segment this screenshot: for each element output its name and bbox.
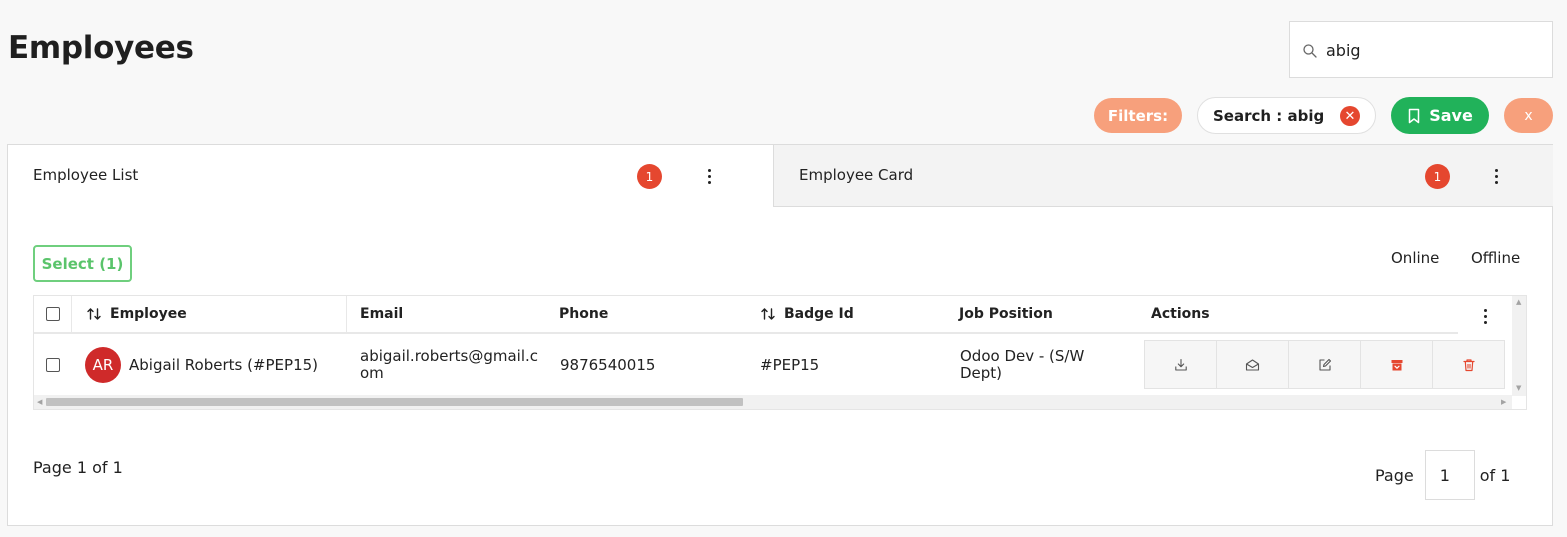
sort-icon[interactable] [86, 306, 102, 322]
edit-icon [1318, 358, 1331, 371]
scroll-right-arrow[interactable]: ▶ [1501, 398, 1506, 406]
column-label: Badge Id [784, 306, 854, 322]
edit-button[interactable] [1288, 340, 1361, 389]
avatar: AR [85, 346, 121, 383]
search-input[interactable] [1326, 36, 1536, 64]
page-label: Page [1375, 465, 1414, 485]
online-filter[interactable]: Online [1391, 249, 1439, 267]
save-label: Save [1429, 106, 1473, 125]
send-mail-button[interactable] [1216, 340, 1289, 389]
archive-button[interactable] [1360, 340, 1433, 389]
tab-label: Employee Card [799, 166, 914, 184]
active-filter-label: Search : abig [1213, 106, 1325, 125]
employee-email: abigail.roberts@gmail.com [360, 346, 539, 382]
kebab-menu-icon[interactable] [703, 165, 715, 187]
delete-icon [1462, 358, 1475, 371]
job-position-cell: Odoo Dev - (S/W Dept) [960, 334, 1130, 395]
column-header-job-position: Job Position [959, 296, 1053, 332]
tab-employee-list[interactable]: Employee List 1 [8, 145, 773, 207]
column-header-phone: Phone [559, 296, 608, 332]
delete-button[interactable] [1432, 340, 1505, 389]
scroll-up-arrow[interactable]: ▲ [1516, 298, 1521, 306]
clear-filters-button[interactable]: x [1504, 98, 1553, 133]
column-header-badge-id[interactable]: Badge Id [760, 296, 854, 332]
column-label: Employee [110, 306, 187, 322]
employee-table: Employee Email Phone Badge Id Job Positi… [33, 295, 1527, 410]
employee-job-position: Odoo Dev - (S/W Dept) [960, 346, 1085, 382]
select-all-checkbox[interactable] [46, 307, 60, 321]
table-options-icon[interactable] [1458, 296, 1512, 336]
column-header-employee[interactable]: Employee [86, 296, 187, 332]
tab-employee-card[interactable]: Employee Card 1 [773, 145, 1553, 207]
column-label: Job Position [959, 306, 1053, 322]
select-all-cell [46, 296, 60, 332]
page-number-input[interactable] [1424, 450, 1475, 500]
download-button[interactable] [1144, 340, 1217, 389]
employee-cell: AR Abigail Roberts (#PEP15) [85, 334, 318, 395]
mail-icon [1245, 358, 1260, 371]
close-icon: x [1524, 107, 1533, 124]
filters-label: Filters: [1094, 98, 1182, 133]
tab-label: Employee List [33, 166, 139, 184]
page-title: Employees [8, 30, 194, 66]
column-label: Email [360, 306, 404, 322]
count-badge: 1 [637, 164, 662, 189]
select-button[interactable]: Select (1) [33, 245, 132, 282]
email-cell: abigail.roberts@gmail.com [360, 334, 540, 395]
row-checkbox[interactable] [46, 357, 60, 372]
employee-phone: 9876540015 [560, 355, 656, 374]
offline-filter[interactable]: Offline [1471, 249, 1520, 267]
employee-badge-id: #PEP15 [760, 355, 820, 374]
column-header-email: Email [360, 296, 403, 332]
row-actions [1144, 340, 1507, 389]
remove-filter-icon[interactable]: ✕ [1340, 106, 1360, 126]
column-label: Phone [559, 306, 609, 322]
bookmark-icon [1408, 108, 1420, 123]
column-header-actions: Actions [1151, 296, 1210, 332]
count-badge: 1 [1425, 164, 1450, 189]
search-icon [1303, 44, 1317, 58]
page-summary: Page 1 of 1 [33, 458, 123, 477]
row-select-cell [46, 334, 60, 395]
save-filter-button[interactable]: Save [1391, 97, 1489, 134]
phone-cell: 9876540015 [560, 334, 655, 395]
employee-view-card: Employee List 1 Employee Card 1 Select (… [7, 144, 1553, 526]
active-filter-chip: Search : abig ✕ [1197, 97, 1376, 134]
kebab-menu-icon[interactable] [1490, 165, 1502, 187]
search-box[interactable] [1289, 21, 1553, 78]
archive-icon [1391, 359, 1402, 370]
table-header: Employee Email Phone Badge Id Job Positi… [34, 296, 1512, 334]
employee-name[interactable]: Abigail Roberts (#PEP15) [129, 356, 318, 374]
download-icon [1174, 358, 1187, 371]
table-row[interactable]: AR Abigail Roberts (#PEP15) abigail.robe… [34, 334, 1512, 395]
column-label: Actions [1151, 306, 1210, 322]
horizontal-scrollbar[interactable]: ◀ ▶ [34, 395, 1512, 409]
total-pages-label: of 1 [1479, 465, 1511, 485]
pagination: Page of 1 [1375, 450, 1510, 500]
vertical-scrollbar[interactable]: ▲ ▼ [1512, 296, 1526, 396]
scroll-left-arrow[interactable]: ◀ [37, 398, 42, 406]
sort-icon[interactable] [760, 306, 776, 322]
scroll-down-arrow[interactable]: ▼ [1516, 384, 1521, 392]
scrollbar-thumb[interactable] [46, 398, 743, 406]
badge-id-cell: #PEP15 [760, 334, 819, 395]
